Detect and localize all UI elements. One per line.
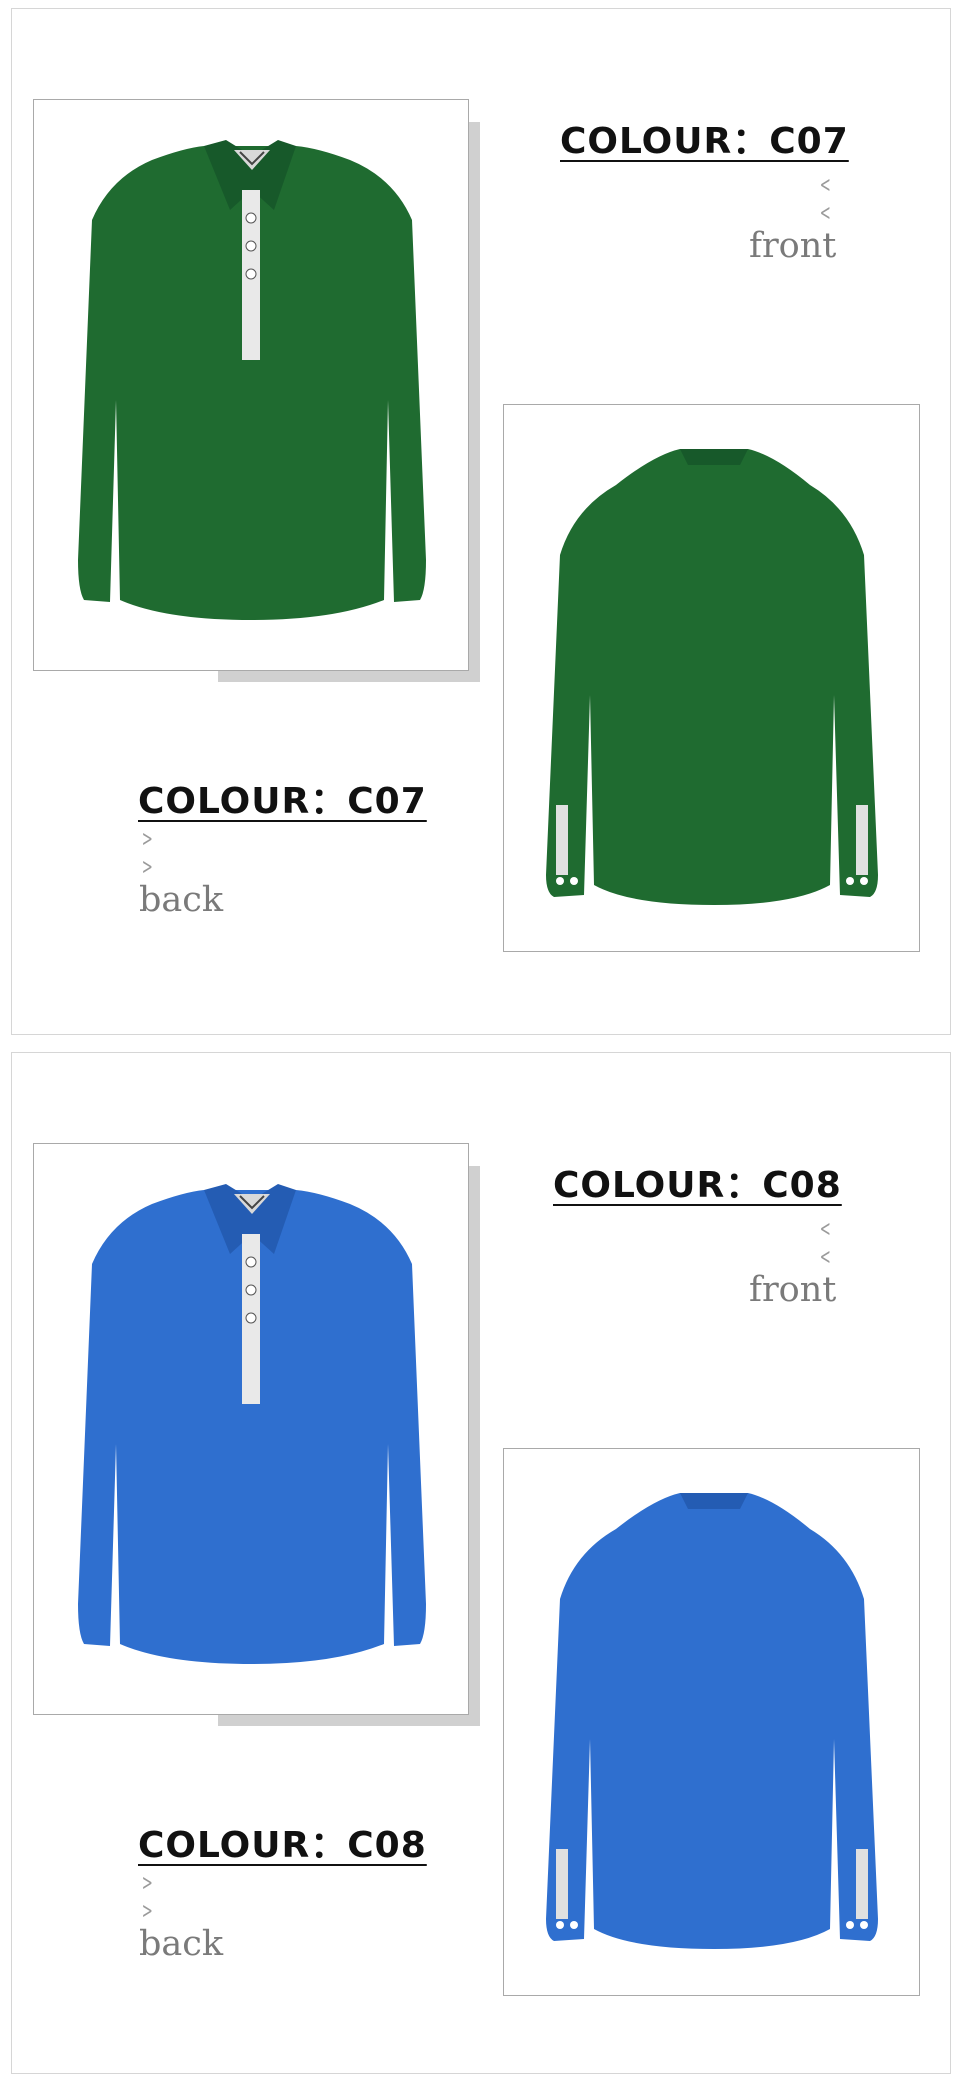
back-photo-c07 xyxy=(503,404,920,952)
view-label-back: back xyxy=(139,1924,224,1964)
shirt-back-image xyxy=(546,449,878,905)
chevron-left-icon: < xyxy=(819,1217,831,1242)
chevron-left-icon: < xyxy=(819,1245,831,1270)
front-photo-c08 xyxy=(33,1143,469,1715)
chevron-right-icon: > xyxy=(141,1899,153,1924)
shirt-front-image xyxy=(78,140,426,620)
colour-heading-front: COLOUR：C08 xyxy=(553,1165,842,1206)
shirt-front-image xyxy=(78,1184,426,1664)
colour-heading-back: COLOUR：C07 xyxy=(138,781,427,822)
view-label-back: back xyxy=(139,880,224,920)
front-photo-c07 xyxy=(33,99,469,671)
chevron-right-icon: > xyxy=(141,1871,153,1896)
chevron-left-icon: < xyxy=(819,173,831,198)
colour-heading-back: COLOUR：C08 xyxy=(138,1825,427,1866)
chevron-right-icon: > xyxy=(141,855,153,880)
colour-heading-front: COLOUR：C07 xyxy=(560,121,849,162)
view-label-front: front xyxy=(749,1270,837,1310)
chevron-left-icon: < xyxy=(819,201,831,226)
shirt-back-image xyxy=(546,1493,878,1949)
view-label-front: front xyxy=(749,226,837,266)
back-photo-c08 xyxy=(503,1448,920,1996)
chevron-right-icon: > xyxy=(141,827,153,852)
